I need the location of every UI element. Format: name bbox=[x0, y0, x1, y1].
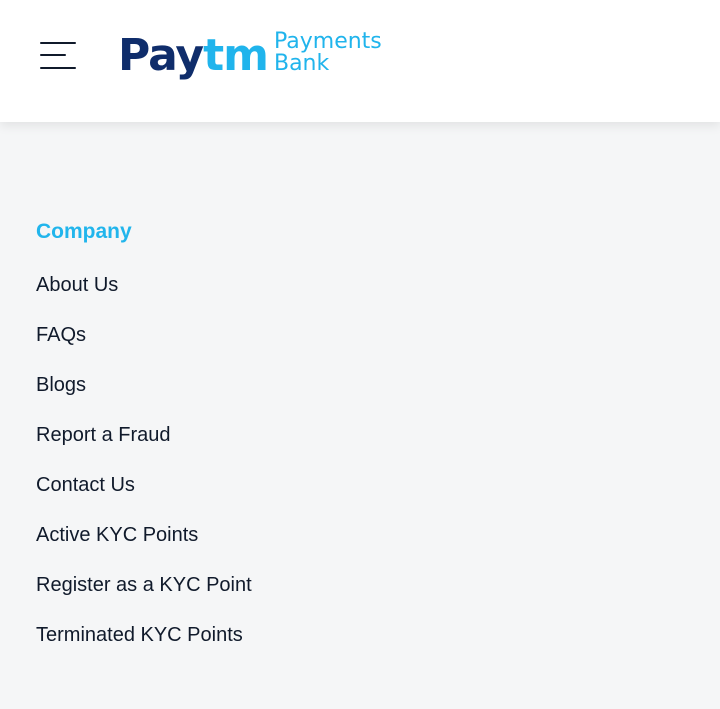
company-links: About Us FAQs Blogs Report a Fraud Conta… bbox=[36, 270, 252, 670]
link-report-fraud[interactable]: Report a Fraud bbox=[36, 420, 252, 470]
menu-line bbox=[40, 42, 76, 44]
company-heading: Company bbox=[36, 220, 132, 243]
logo-wordmark: Paytm bbox=[118, 30, 269, 81]
link-blogs[interactable]: Blogs bbox=[36, 370, 252, 420]
paytm-payments-bank-logo[interactable]: Paytm Payments Bank bbox=[118, 26, 382, 82]
menu-line bbox=[40, 67, 76, 69]
link-about-us[interactable]: About Us bbox=[36, 270, 252, 320]
link-terminated-kyc-points[interactable]: Terminated KYC Points bbox=[36, 620, 252, 670]
link-faqs[interactable]: FAQs bbox=[36, 320, 252, 370]
logo-subtitle: Payments Bank bbox=[273, 29, 382, 76]
link-contact-us[interactable]: Contact Us bbox=[36, 470, 252, 520]
hamburger-menu-icon[interactable] bbox=[36, 38, 80, 74]
site-header: Paytm Payments Bank bbox=[0, 0, 720, 122]
link-register-kyc-point[interactable]: Register as a KYC Point bbox=[36, 570, 252, 620]
menu-line bbox=[40, 54, 66, 56]
link-active-kyc-points[interactable]: Active KYC Points bbox=[36, 520, 252, 570]
